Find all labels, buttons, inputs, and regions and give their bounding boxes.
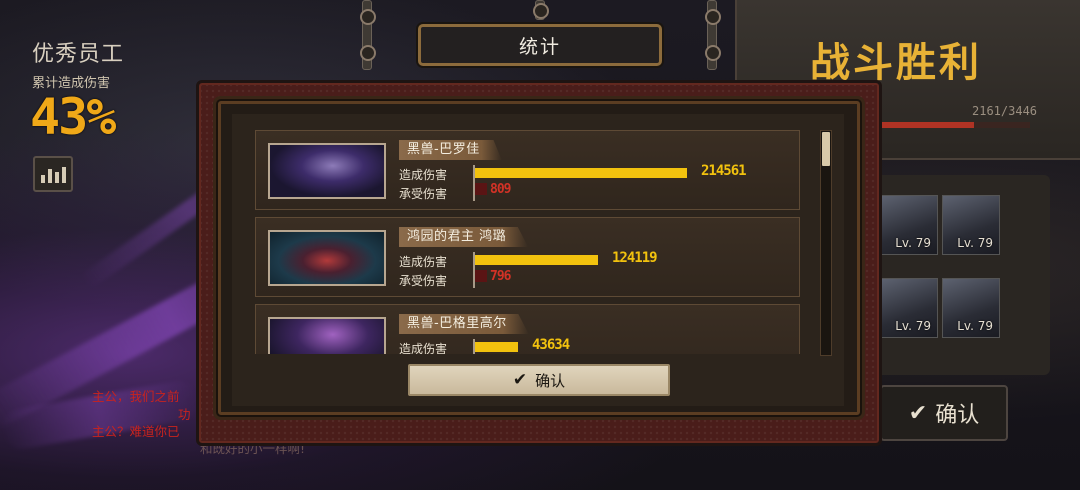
damage-taken-label: 承受伤害 [399, 274, 448, 288]
statistics-button[interactable] [33, 156, 73, 192]
checkmark-icon: ✔ [512, 370, 528, 390]
damage-stats-list[interactable]: 黑兽-巴罗佳 造成伤害 承受伤害 214561 809 鸿园的君主 鸿璐 造成伤… [252, 126, 802, 354]
damage-dealt-value: 124119 [612, 250, 658, 266]
character-level: Lv. 79 [895, 236, 931, 250]
damage-taken-value: 809 [490, 182, 512, 197]
result-confirm-button[interactable]: ✔ 确认 [880, 385, 1008, 441]
damage-dealt-bar [475, 255, 598, 265]
mvp-title: 优秀员工 [32, 42, 125, 67]
scrollbar-thumb[interactable] [822, 132, 830, 166]
dialog-text: 主公，我们之前 [92, 389, 180, 404]
damage-dealt-label: 造成伤害 [399, 255, 448, 269]
character-card[interactable]: Lv. 79 [880, 278, 938, 338]
character-portrait [268, 317, 386, 354]
character-level: Lv. 79 [895, 319, 931, 333]
damage-taken-value: 796 [490, 269, 512, 284]
mvp-damage-percent: 43% [30, 88, 116, 146]
list-scrollbar[interactable] [820, 130, 832, 356]
dialog-text: 功 [178, 407, 191, 422]
chain-decoration [705, 0, 721, 70]
damage-dealt-value: 214561 [701, 163, 747, 179]
damage-dealt-bar [475, 342, 518, 352]
character-card[interactable]: Lv. 79 [880, 195, 938, 255]
damage-dealt-label: 造成伤害 [399, 168, 448, 182]
chain-decoration [533, 0, 549, 20]
character-portrait [268, 230, 386, 286]
dialog-text: 主公？难道你已 [92, 424, 180, 439]
damage-dealt-label: 造成伤害 [399, 342, 448, 354]
checkmark-icon: ✔ [908, 400, 928, 426]
exp-bar-fill [880, 122, 975, 128]
bar-chart-icon [40, 167, 66, 183]
character-card[interactable]: Lv. 79 [942, 278, 1000, 338]
damage-taken-bar [475, 270, 487, 282]
team-card-panel: Lv. 79 Lv. 79 Lv. 79 Lv. 79 [860, 175, 1050, 375]
character-portrait [268, 143, 386, 199]
modal-confirm-button[interactable]: ✔ 确认 [408, 364, 670, 396]
list-item[interactable]: 黑兽-巴格里高尔 造成伤害 43634 [255, 304, 800, 354]
character-level: Lv. 79 [957, 319, 993, 333]
character-name: 黑兽-巴罗佳 [399, 140, 502, 160]
damage-dealt-bar [475, 168, 687, 178]
modal-title: 统计 [418, 24, 662, 66]
result-confirm-label: 确认 [935, 403, 980, 428]
character-level: Lv. 79 [957, 236, 993, 250]
character-name: 黑兽-巴格里高尔 [399, 314, 529, 334]
damage-taken-label: 承受伤害 [399, 187, 448, 201]
list-item[interactable]: 鸿园的君主 鸿璐 造成伤害 承受伤害 124119 796 [255, 217, 800, 297]
exp-counter: 2161/3446 [972, 104, 1038, 118]
character-name: 鸿园的君主 鸿璐 [399, 227, 529, 247]
exp-bar [880, 122, 1030, 128]
damage-taken-bar [475, 183, 487, 195]
character-card[interactable]: Lv. 79 [942, 195, 1000, 255]
modal-confirm-label: 确认 [535, 371, 566, 390]
damage-dealt-value: 43634 [532, 337, 570, 353]
chain-decoration [360, 0, 376, 70]
list-item[interactable]: 黑兽-巴罗佳 造成伤害 承受伤害 214561 809 [255, 130, 800, 210]
